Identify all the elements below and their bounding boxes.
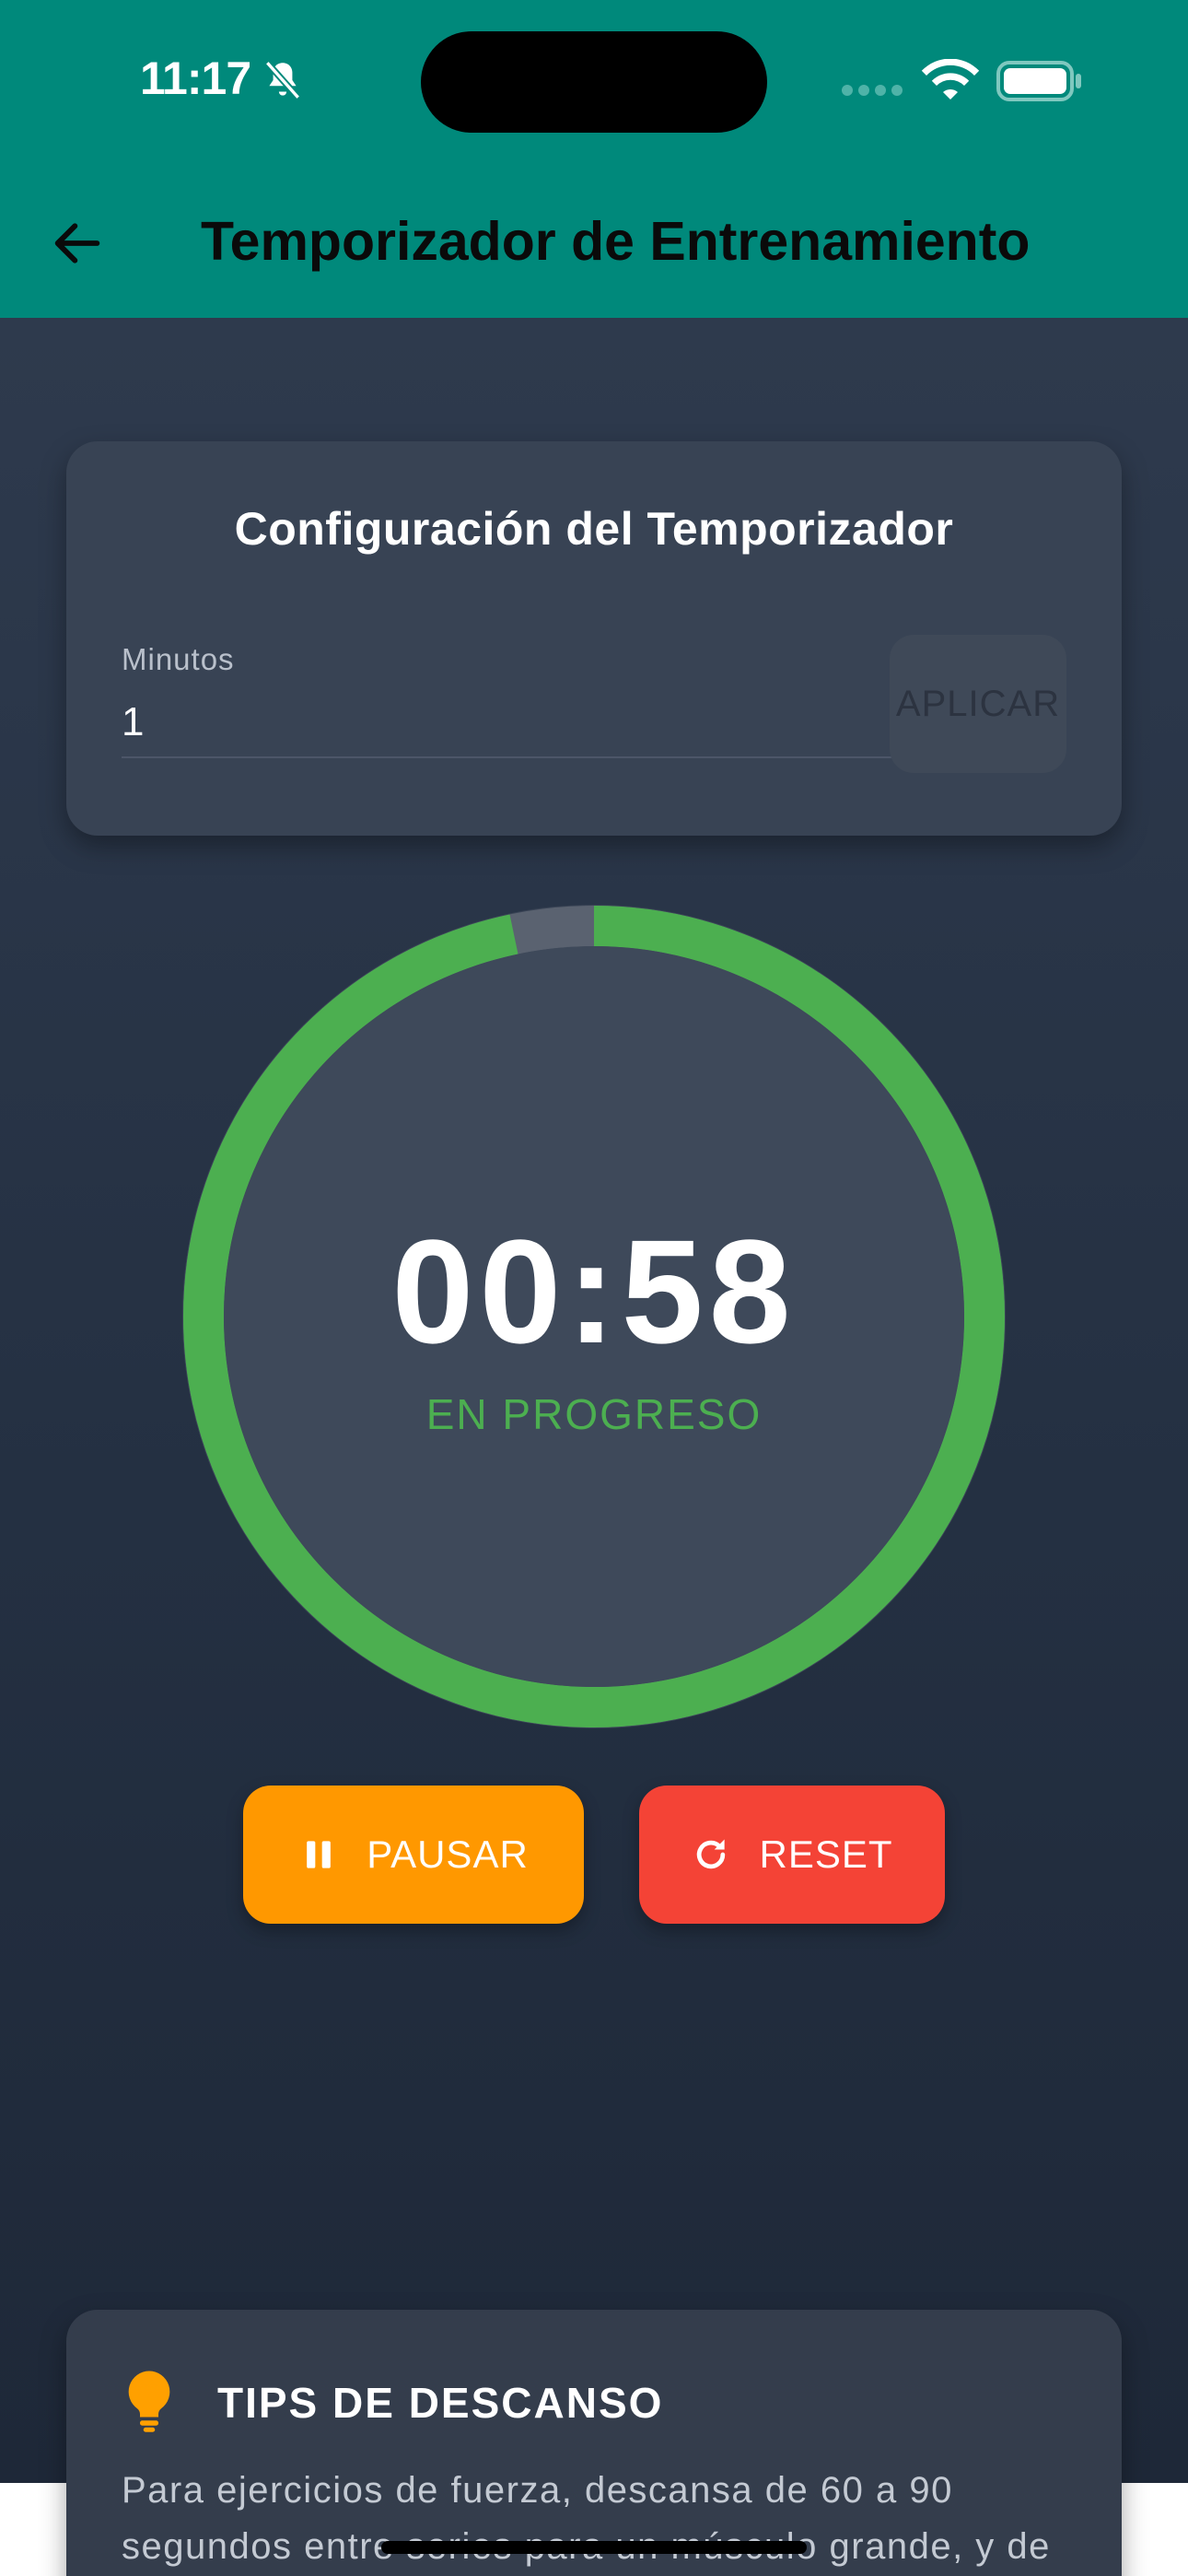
- arrow-left-icon[interactable]: [48, 214, 107, 273]
- timer-config-card: Configuración del Temporizador Minutos A…: [66, 441, 1122, 836]
- pause-label: PAUSAR: [367, 1832, 529, 1876]
- cellular-signal-icon: [842, 85, 903, 96]
- apply-button[interactable]: APLICAR: [890, 635, 1066, 773]
- timer-display: 00:58: [391, 1209, 797, 1374]
- dynamic-island: [421, 31, 767, 133]
- timer-status: EN PROGRESO: [425, 1390, 763, 1438]
- pause-icon: [307, 1841, 332, 1868]
- minutes-input[interactable]: [122, 688, 928, 758]
- minutes-label: Minutos: [122, 642, 235, 676]
- home-indicator[interactable]: [381, 2541, 807, 2554]
- reset-button[interactable]: RESET: [639, 1786, 945, 1924]
- wifi-icon: [921, 59, 980, 100]
- pause-button[interactable]: PAUSAR: [243, 1786, 584, 1924]
- app-screen: 11:17 Temporizador de Entrenamiento Conf…: [0, 0, 1188, 2576]
- rest-tips-card: TIPS DE DESCANSO Para ejercicios de fuer…: [66, 2310, 1122, 2576]
- tips-text: Para ejercicios de fuerza, descansa de 6…: [122, 2470, 1051, 2567]
- tips-title: TIPS DE DESCANSO: [217, 2379, 664, 2427]
- status-bar-time: 11:17: [140, 53, 251, 104]
- reset-label: RESET: [759, 1832, 893, 1876]
- app-header: 11:17 Temporizador de Entrenamiento: [0, 0, 1188, 318]
- bell-slash-icon: [264, 60, 301, 100]
- page-title: Temporizador de Entrenamiento: [201, 211, 1031, 272]
- battery-icon: [996, 61, 1081, 101]
- config-title: Configuración del Temporizador: [234, 503, 954, 555]
- refresh-icon: [697, 1839, 726, 1869]
- lightbulb-icon: [128, 2371, 170, 2432]
